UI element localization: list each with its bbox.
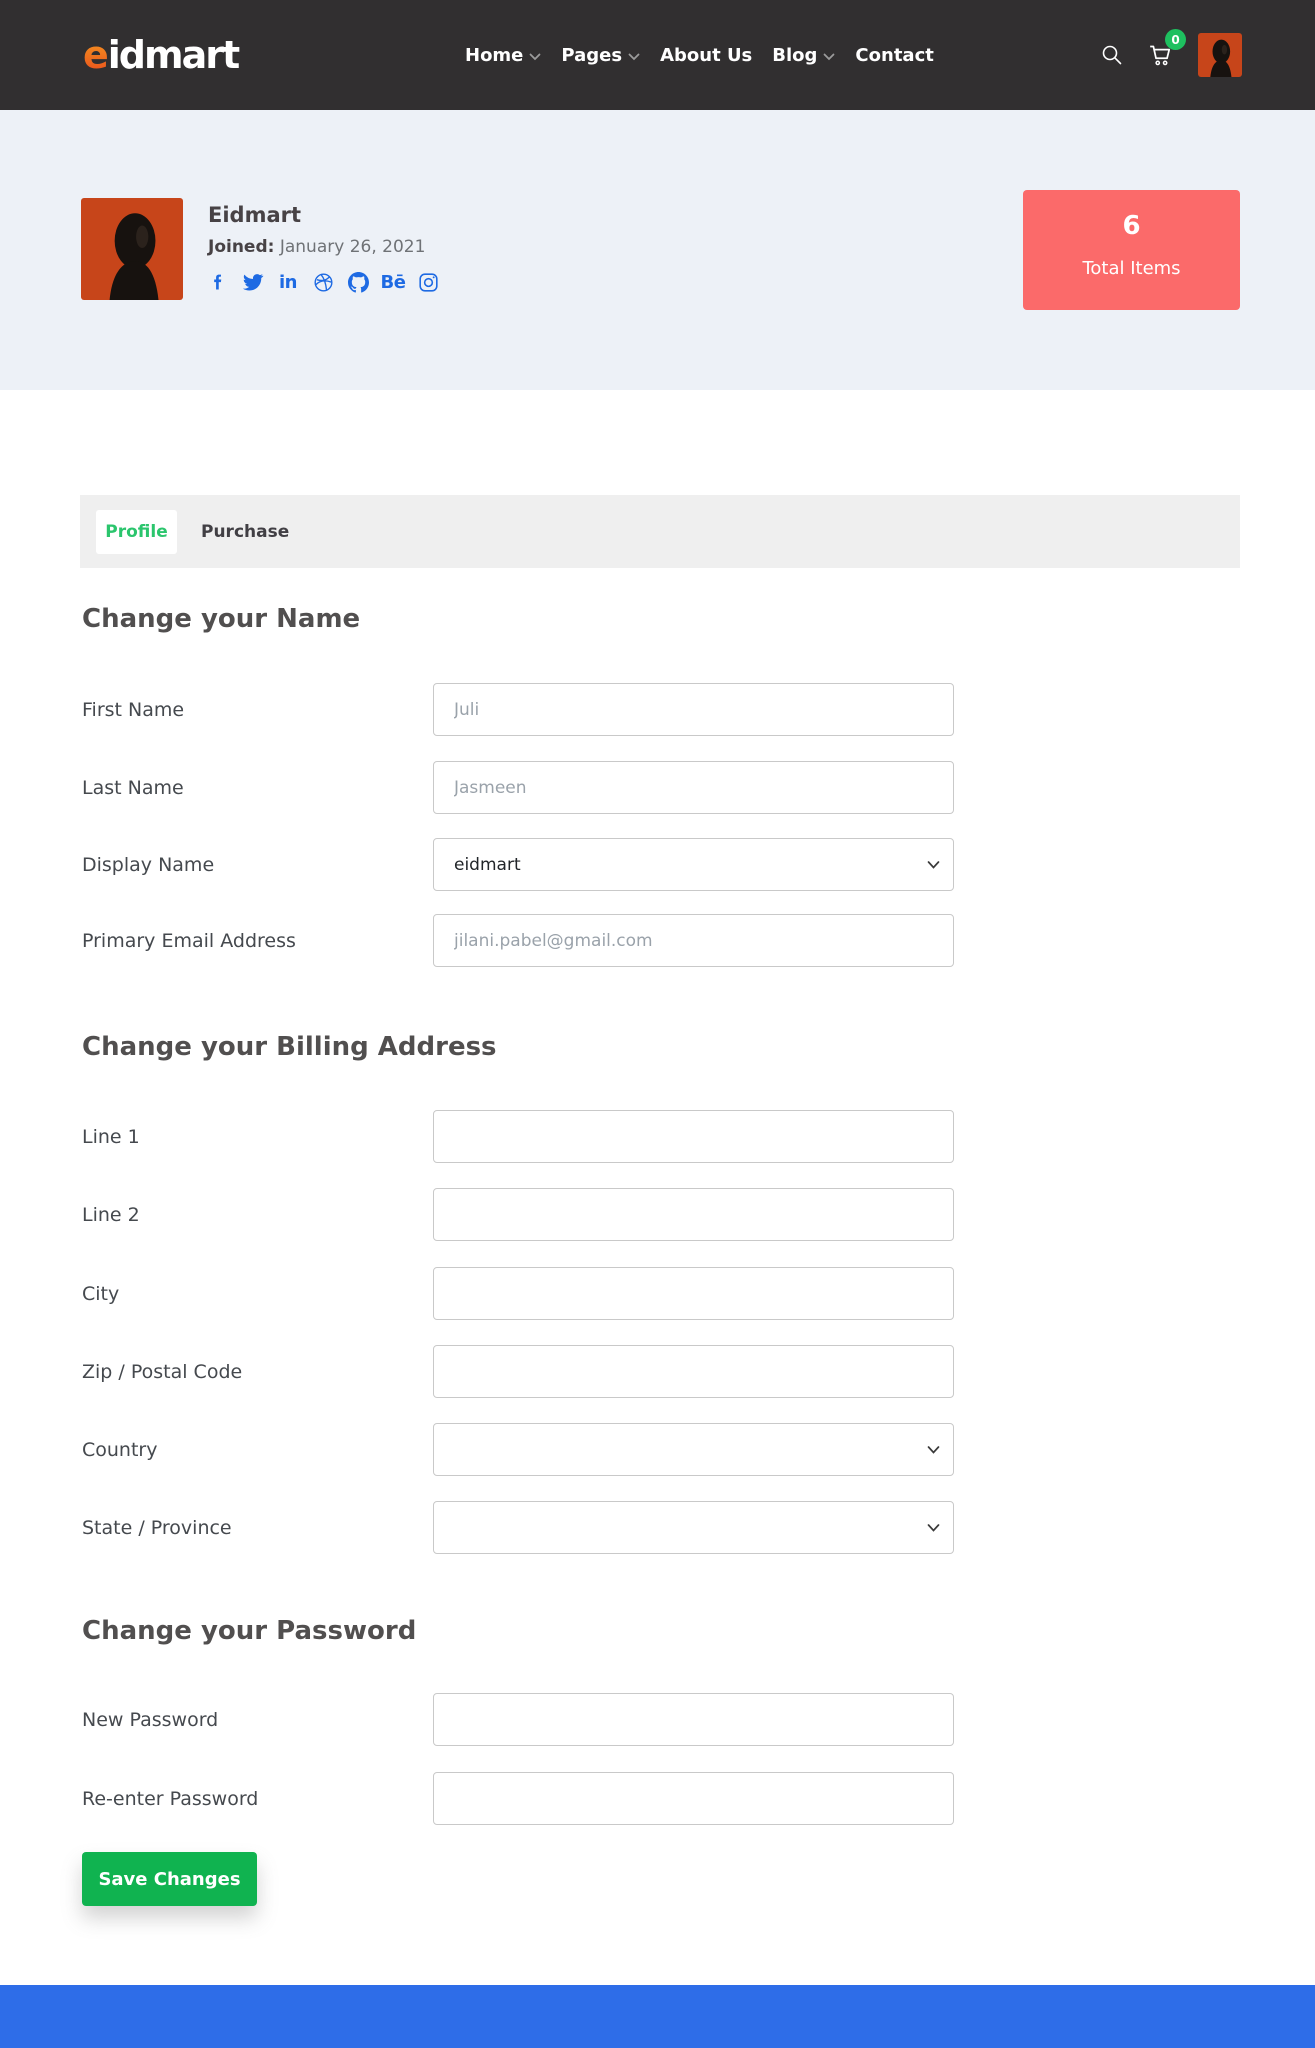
line2-label: Line 2 bbox=[82, 1203, 140, 1226]
save-changes-button[interactable]: Save Changes bbox=[82, 1852, 257, 1906]
nav-item-contact-label: Contact bbox=[855, 44, 934, 66]
nav-item-blog[interactable]: Blog bbox=[772, 45, 835, 66]
nav-item-pages-label: Pages bbox=[561, 44, 623, 66]
total-items-card: 6 Total Items bbox=[1023, 190, 1240, 310]
zip-label: Zip / Postal Code bbox=[82, 1360, 243, 1383]
nav-item-about-us[interactable]: About Us bbox=[660, 45, 752, 66]
chevron-down-icon bbox=[628, 53, 640, 61]
form-row-state: State / Province bbox=[82, 1501, 1240, 1554]
brand-logo[interactable]: eidmart bbox=[83, 33, 240, 77]
github-icon[interactable] bbox=[346, 270, 370, 294]
first-name-label: First Name bbox=[82, 698, 185, 721]
state-select[interactable] bbox=[433, 1501, 954, 1554]
last-name-label: Last Name bbox=[82, 776, 184, 799]
display-name-select-value: eidmart bbox=[454, 854, 521, 875]
section-heading-billing: Change your Billing Address bbox=[82, 1032, 497, 1062]
line2-input[interactable] bbox=[433, 1188, 954, 1241]
form-row-zip: Zip / Postal Code bbox=[82, 1345, 1240, 1398]
city-input[interactable] bbox=[433, 1267, 954, 1320]
last-name-input[interactable] bbox=[433, 761, 954, 814]
nav-item-contact[interactable]: Contact bbox=[855, 45, 933, 66]
nav-item-pages[interactable]: Pages bbox=[561, 45, 640, 66]
form-row-reenter-password: Re-enter Password bbox=[82, 1772, 1240, 1825]
top-navbar: eidmart Home Pages About Us Blog Contact… bbox=[0, 0, 1315, 110]
reenter-password-label: Re-enter Password bbox=[82, 1787, 259, 1810]
chevron-down-icon bbox=[823, 53, 835, 61]
profile-name: Eidmart bbox=[208, 203, 302, 227]
footer-band bbox=[0, 1985, 1315, 2048]
user-avatar[interactable] bbox=[1198, 33, 1242, 77]
behance-icon[interactable]: Bē bbox=[381, 270, 406, 294]
form-row-first-name: First Name bbox=[82, 683, 1240, 736]
form-row-line2: Line 2 bbox=[82, 1188, 1240, 1241]
joined-row: Joined: January 26, 2021 bbox=[208, 237, 425, 257]
twitter-icon[interactable] bbox=[241, 270, 265, 294]
line1-label: Line 1 bbox=[82, 1125, 140, 1148]
display-name-select[interactable]: eidmart bbox=[433, 838, 954, 891]
line1-input[interactable] bbox=[433, 1110, 954, 1163]
first-name-input[interactable] bbox=[433, 683, 954, 736]
brand-logo-text: idmart bbox=[107, 33, 240, 77]
profile-page: eidmart Home Pages About Us Blog Contact… bbox=[0, 0, 1315, 2048]
search-icon[interactable] bbox=[1100, 43, 1124, 67]
joined-date: January 26, 2021 bbox=[279, 237, 426, 257]
form-row-display-name: Display Name eidmart bbox=[82, 838, 1240, 891]
form-row-line1: Line 1 bbox=[82, 1110, 1240, 1163]
form-row-new-password: New Password bbox=[82, 1693, 1240, 1746]
new-password-input[interactable] bbox=[433, 1693, 954, 1746]
tab-profile[interactable]: Profile bbox=[96, 509, 177, 554]
form-row-country: Country bbox=[82, 1423, 1240, 1476]
cart-count-badge: 0 bbox=[1165, 29, 1186, 50]
chevron-down-icon bbox=[927, 1523, 940, 1532]
display-name-label: Display Name bbox=[82, 853, 215, 876]
brand-logo-accent: e bbox=[83, 33, 109, 77]
nav-item-home[interactable]: Home bbox=[465, 45, 541, 66]
new-password-label: New Password bbox=[82, 1708, 219, 1731]
nav-item-blog-label: Blog bbox=[772, 44, 818, 66]
city-label: City bbox=[82, 1282, 120, 1305]
profile-avatar bbox=[81, 198, 183, 300]
social-links: in Bē bbox=[206, 270, 440, 294]
section-heading-password: Change your Password bbox=[82, 1616, 417, 1646]
country-select[interactable] bbox=[433, 1423, 954, 1476]
nav-item-home-label: Home bbox=[465, 44, 524, 66]
cart-icon[interactable]: 0 bbox=[1148, 29, 1186, 68]
email-label: Primary Email Address bbox=[82, 929, 296, 952]
state-label: State / Province bbox=[82, 1516, 232, 1539]
tab-purchase[interactable]: Purchase bbox=[193, 512, 297, 552]
chevron-down-icon bbox=[927, 860, 940, 869]
form-row-last-name: Last Name bbox=[82, 761, 1240, 814]
joined-label: Joined: bbox=[208, 237, 275, 257]
section-heading-name: Change your Name bbox=[82, 604, 361, 634]
form-row-email: Primary Email Address bbox=[82, 914, 1240, 967]
form-row-city: City bbox=[82, 1267, 1240, 1320]
email-input[interactable] bbox=[433, 914, 954, 967]
chevron-down-icon bbox=[529, 53, 541, 61]
profile-hero: Eidmart Joined: January 26, 2021 in Bē 6… bbox=[0, 110, 1315, 390]
zip-input[interactable] bbox=[433, 1345, 954, 1398]
total-items-value: 6 bbox=[1122, 211, 1141, 241]
nav-menu: Home Pages About Us Blog Contact bbox=[465, 0, 934, 110]
nav-item-about-us-label: About Us bbox=[660, 44, 753, 66]
total-items-label: Total Items bbox=[1082, 258, 1181, 279]
chevron-down-icon bbox=[927, 1445, 940, 1454]
dribbble-icon[interactable] bbox=[311, 270, 335, 294]
reenter-password-input[interactable] bbox=[433, 1772, 954, 1825]
country-label: Country bbox=[82, 1438, 158, 1461]
instagram-icon[interactable] bbox=[416, 270, 440, 294]
account-tabs: Profile Purchase bbox=[80, 495, 1240, 568]
nav-actions: 0 bbox=[1100, 0, 1242, 110]
facebook-icon[interactable] bbox=[206, 270, 230, 294]
linkedin-icon[interactable]: in bbox=[276, 270, 300, 294]
